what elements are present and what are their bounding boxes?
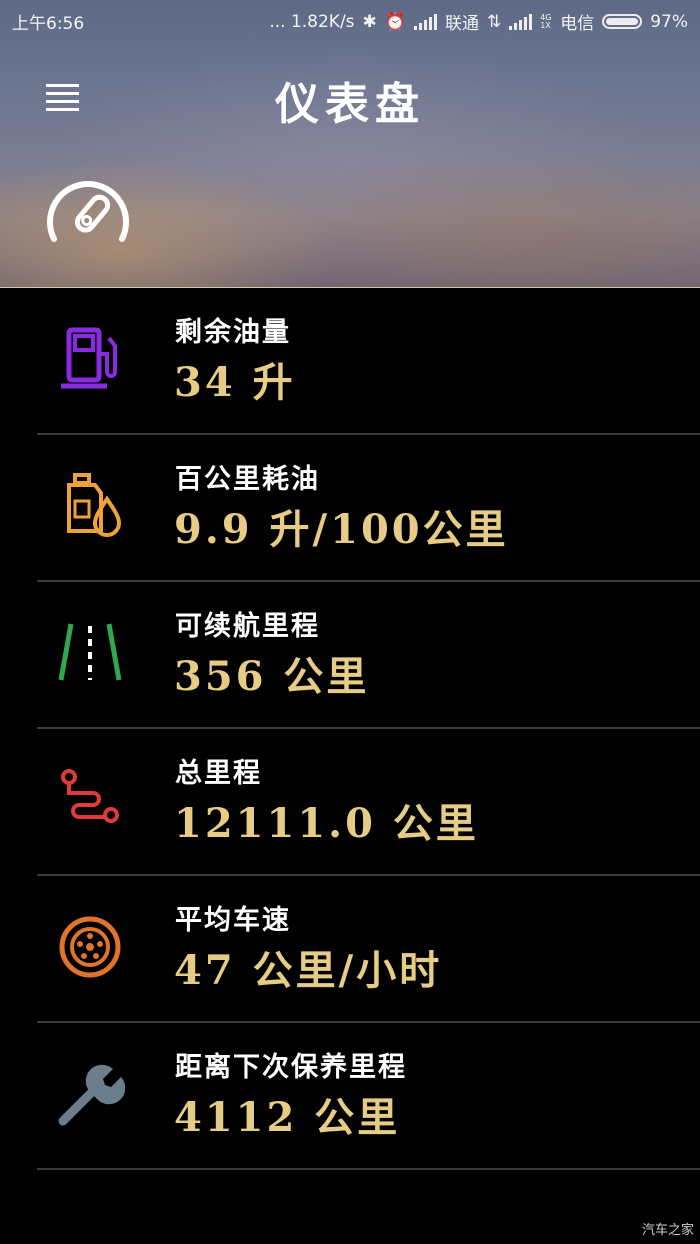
- status-right: ... 1.82K/s ✱ ⏰ 联通 ⇅ 4G 1X 电信 97%: [269, 9, 688, 35]
- list-item-next-maintenance[interactable]: 距离下次保养里程 4112 公里: [0, 1023, 700, 1170]
- item-label: 剩余油量: [175, 317, 291, 348]
- battery-level: 97%: [650, 11, 688, 32]
- fuel-pump-icon: [61, 327, 117, 389]
- item-value: 9.9 升/100公里: [174, 506, 509, 553]
- item-value: 34 升: [174, 359, 296, 406]
- route-path-icon: [61, 769, 119, 823]
- oil-can-drop-icon: [67, 473, 122, 537]
- wrench-icon: [58, 1064, 125, 1126]
- signal-icon: [413, 13, 437, 30]
- network-type: 4G 1X: [540, 12, 552, 30]
- item-value: 4112 公里: [174, 1094, 401, 1141]
- page-title: 仪表盘: [275, 79, 425, 130]
- bluetooth-icon: ✱: [362, 11, 377, 32]
- item-label: 平均车速: [175, 905, 291, 936]
- watermark: 汽车之家: [641, 1223, 694, 1238]
- item-value: 12111.0 公里: [174, 800, 479, 847]
- network-speed: ... 1.82K/s: [269, 11, 355, 32]
- data-transfer-icon: ⇅: [486, 11, 502, 32]
- metrics-list: 剩余油量 34 升 百公里耗油 9.9 升/100公里 可续航里程 356 公里: [0, 288, 700, 1170]
- item-label: 总里程: [175, 758, 262, 789]
- list-item-average-speed[interactable]: 平均车速 47 公里/小时: [0, 876, 700, 1023]
- carrier1: 联通: [444, 14, 479, 34]
- wheel-icon: [59, 916, 121, 978]
- list-item-fuel-remaining[interactable]: 剩余油量 34 升: [0, 288, 700, 435]
- list-item-range[interactable]: 可续航里程 356 公里: [0, 582, 700, 729]
- list-item-fuel-consumption[interactable]: 百公里耗油 9.9 升/100公里: [0, 435, 700, 582]
- list-item-total-mileage[interactable]: 总里程 12111.0 公里: [0, 729, 700, 876]
- header: 上午6:56 ... 1.82K/s ✱ ⏰ 联通 ⇅ 4G 1X 电信 97%…: [0, 0, 700, 288]
- item-label: 百公里耗油: [175, 464, 320, 495]
- status-bar: 上午6:56 ... 1.82K/s ✱ ⏰ 联通 ⇅ 4G 1X 电信 97%: [0, 0, 700, 38]
- item-label: 距离下次保养里程: [175, 1052, 407, 1083]
- status-time: 上午6:56: [12, 14, 85, 34]
- item-value: 356 公里: [174, 653, 370, 700]
- item-label: 可续航里程: [175, 611, 320, 642]
- battery-icon: [602, 14, 643, 29]
- divider: [37, 1168, 700, 1170]
- alarm-icon: ⏰: [384, 11, 406, 32]
- road-lanes-icon: [58, 623, 122, 681]
- signal2-icon: [509, 13, 533, 30]
- speedometer-icon: [47, 181, 129, 242]
- carrier2: 电信: [560, 14, 595, 34]
- item-value: 47 公里/小时: [174, 947, 443, 994]
